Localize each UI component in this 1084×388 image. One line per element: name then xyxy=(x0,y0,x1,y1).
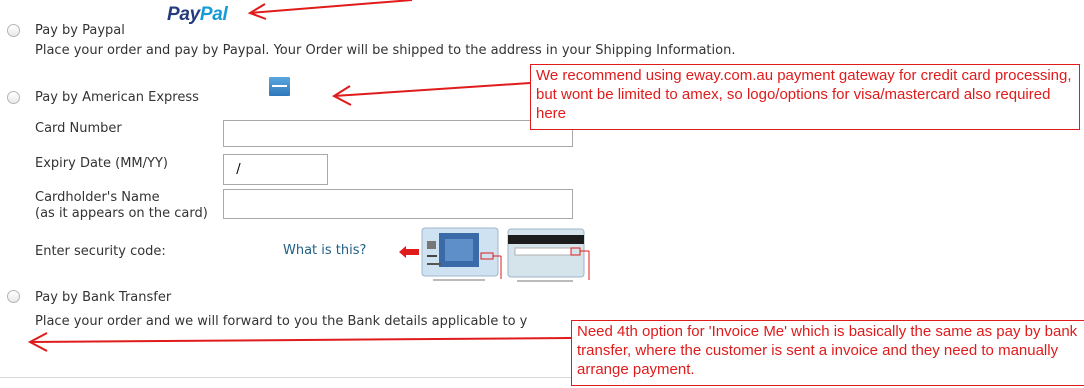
invoice-annotation: Need 4th option for 'Invoice Me' which i… xyxy=(571,320,1084,386)
gateway-annotation: We recommend using eway.com.au payment g… xyxy=(530,64,1080,130)
